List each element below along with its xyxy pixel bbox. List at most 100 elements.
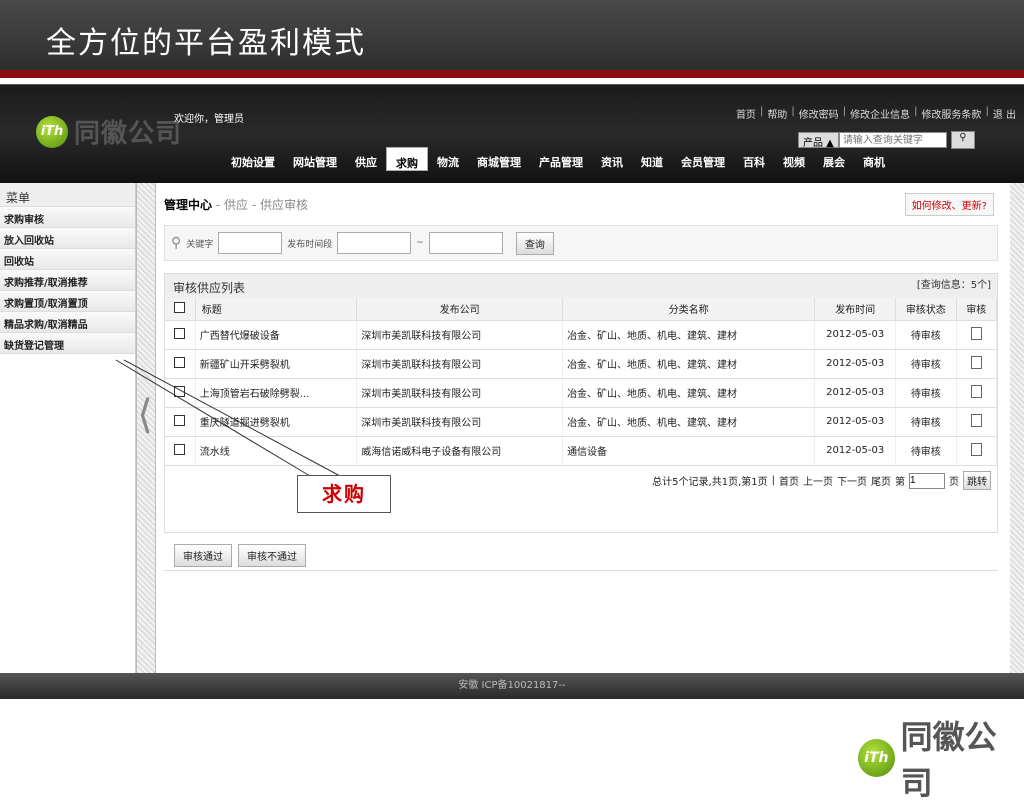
- panel-title: 审核供应列表: [173, 281, 246, 295]
- page-number-input[interactable]: [909, 472, 945, 489]
- top-link-terms[interactable]: 修改服务条款: [921, 106, 981, 121]
- pager: 总计5个记录,共1页,第1页 | 首页 上一页 下一页 尾页 第 页 跳转: [165, 466, 997, 496]
- help-link[interactable]: 如何修改、更新?: [904, 193, 994, 216]
- app-logo[interactable]: iTh 同徽公司: [36, 113, 182, 150]
- column-status: 审核状态: [895, 298, 957, 321]
- row-title[interactable]: 新疆矿山开采劈裂机: [195, 349, 358, 379]
- top-link-home[interactable]: 首页: [736, 106, 756, 121]
- sidebar: 菜单 求购审核 放入回收站 回收站 求购推荐/取消推荐 求购置顶/取消置顶 精品…: [0, 183, 136, 673]
- query-info: [查询信息：5个]: [916, 280, 991, 291]
- end-date-input[interactable]: [428, 232, 503, 254]
- row-title[interactable]: 广西替代爆破设备: [195, 320, 358, 350]
- row-title[interactable]: 重庆隧道掘进劈裂机: [195, 407, 358, 437]
- nav-site-management[interactable]: 网站管理: [284, 151, 346, 173]
- row-date: 2012-05-03: [814, 378, 897, 408]
- sidebar-item-recommend[interactable]: 求购推荐/取消推荐: [0, 270, 135, 291]
- top-link-password[interactable]: 修改密码: [799, 106, 839, 121]
- sidebar-item-purchase-review[interactable]: 求购审核: [0, 207, 135, 228]
- breadcrumb-supply[interactable]: - 供应: [216, 198, 248, 212]
- table-row: 重庆隧道掘进劈裂机 深圳市美凯联科技有限公司 冶金、矿山、地质、机电、建筑、建材…: [165, 407, 998, 437]
- row-checkbox[interactable]: [174, 385, 186, 397]
- slide-header: 全方位的平台盈利模式: [0, 0, 1024, 70]
- review-icon[interactable]: [970, 413, 982, 427]
- reject-button[interactable]: 审核不通过: [238, 544, 306, 567]
- breadcrumb-supply-review: - 供应审核: [251, 198, 308, 212]
- nav-encyclopedia[interactable]: 百科: [734, 151, 774, 173]
- nav-exhibition[interactable]: 展会: [814, 151, 854, 173]
- admin-app: iTh 同徽公司 欢迎你，管理员 首页 | 帮助 | 修改密码 | 修改企业信息 | 修…: [0, 84, 1024, 699]
- nav-news[interactable]: 资讯: [592, 151, 632, 173]
- nav-mall[interactable]: 商城管理: [468, 151, 530, 173]
- main-nav: 初始设置 网站管理 供应 求购 物流 商城管理 产品管理 资讯 知道 会员管理 …: [222, 147, 894, 173]
- keyword-input[interactable]: [218, 232, 283, 254]
- pager-next[interactable]: 下一页: [837, 473, 867, 488]
- search-input[interactable]: [838, 132, 947, 148]
- review-icon[interactable]: [970, 355, 982, 369]
- nav-logistics[interactable]: 物流: [428, 151, 468, 173]
- breadcrumb-root[interactable]: 管理中心: [164, 198, 212, 212]
- row-date: 2012-05-03: [814, 407, 897, 437]
- row-checkbox[interactable]: [174, 356, 186, 368]
- sidebar-item-move-to-recycle[interactable]: 放入回收站: [0, 228, 135, 249]
- query-button[interactable]: 查询: [515, 231, 554, 255]
- row-checkbox[interactable]: [174, 443, 186, 455]
- sidebar-item-stockout[interactable]: 缺货登记管理: [0, 333, 135, 354]
- row-date: 2012-05-03: [814, 320, 897, 350]
- pager-last[interactable]: 尾页: [871, 473, 891, 488]
- nav-business[interactable]: 商机: [854, 151, 894, 173]
- row-date: 2012-05-03: [814, 349, 897, 379]
- nav-members[interactable]: 会员管理: [672, 151, 734, 173]
- collapse-arrow-icon[interactable]: ⟨: [136, 375, 154, 455]
- top-link-logout[interactable]: 退 出: [993, 106, 1016, 121]
- column-company: 发布公司: [356, 298, 564, 321]
- top-bar: iTh 同徽公司 欢迎你，管理员 首页 | 帮助 | 修改密码 | 修改企业信息 | 修…: [0, 85, 1024, 183]
- slide-title: 全方位的平台盈利模式: [46, 26, 366, 61]
- select-all-header[interactable]: [165, 298, 196, 321]
- jump-button[interactable]: 跳转: [963, 471, 991, 490]
- nav-initial-settings[interactable]: 初始设置: [222, 151, 284, 173]
- row-status: 待审核: [895, 407, 957, 437]
- review-icon[interactable]: [970, 442, 982, 456]
- slide-divider: [0, 70, 1024, 78]
- row-company: 深圳市美凯联科技有限公司: [356, 349, 564, 379]
- row-title[interactable]: 上海顶管岩石破除劈裂...: [195, 378, 358, 408]
- sidebar-item-recycle-bin[interactable]: 回收站: [0, 249, 135, 270]
- row-checkbox[interactable]: [174, 327, 186, 339]
- search-type-select[interactable]: 产品 ▲: [798, 132, 839, 149]
- row-checkbox[interactable]: [174, 414, 186, 426]
- row-date: 2012-05-03: [814, 436, 897, 466]
- row-category: 冶金、矿山、地质、机电、建筑、建材: [562, 320, 816, 350]
- column-title: 标题: [195, 298, 358, 321]
- brand-mark-icon: iTh: [858, 739, 895, 777]
- review-icon[interactable]: [970, 384, 982, 398]
- select-all-checkbox[interactable]: [174, 301, 186, 313]
- search-icon[interactable]: ⚲: [950, 131, 975, 149]
- nav-supply[interactable]: 供应: [346, 151, 386, 173]
- pager-prev[interactable]: 上一页: [803, 473, 833, 488]
- nav-purchase[interactable]: 求购: [386, 147, 428, 171]
- start-date-input[interactable]: [337, 232, 412, 254]
- nav-video[interactable]: 视频: [774, 151, 814, 173]
- pager-first[interactable]: 首页: [779, 473, 799, 488]
- nav-products[interactable]: 产品管理: [530, 151, 592, 173]
- top-link-company-info[interactable]: 修改企业信息: [850, 106, 910, 121]
- row-status: 待审核: [895, 349, 957, 379]
- column-review: 审核: [956, 298, 998, 321]
- keyword-label: 关键字: [186, 239, 214, 250]
- brand-logo: iTh 同徽公司: [858, 712, 1024, 804]
- vertical-scrollbar[interactable]: [1010, 183, 1024, 673]
- row-company: 深圳市美凯联科技有限公司: [356, 407, 564, 437]
- pager-goto-prefix: 第: [895, 477, 905, 488]
- top-link-help[interactable]: 帮助: [767, 106, 787, 121]
- breadcrumb: 管理中心 - 供应 - 供应审核: [164, 196, 308, 213]
- row-title[interactable]: 流水线: [195, 436, 358, 466]
- sidebar-item-featured[interactable]: 精品求购/取消精品: [0, 312, 135, 333]
- row-category: 冶金、矿山、地质、机电、建筑、建材: [562, 407, 816, 437]
- logo-name: 同徽公司: [74, 119, 183, 149]
- sidebar-item-pin-top[interactable]: 求购置顶/取消置顶: [0, 291, 135, 312]
- column-category: 分类名称: [562, 298, 816, 321]
- approve-button[interactable]: 审核通过: [174, 544, 232, 567]
- date-range-label: 发布时间段: [287, 239, 333, 250]
- review-icon[interactable]: [970, 326, 982, 340]
- nav-knowledge[interactable]: 知道: [632, 151, 672, 173]
